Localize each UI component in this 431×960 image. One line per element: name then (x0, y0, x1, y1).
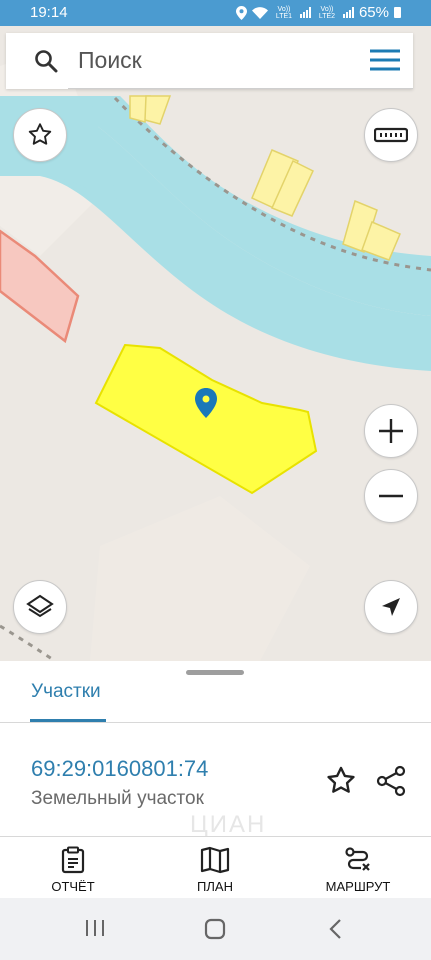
favorite-star-icon[interactable] (324, 764, 358, 798)
star-icon (28, 123, 52, 145)
watermark: ЦИАН (190, 811, 267, 838)
share-icon[interactable] (374, 764, 408, 798)
nav-route[interactable]: МАРШРУТ (298, 838, 418, 898)
nav-route-label: МАРШРУТ (325, 879, 391, 894)
layers-button[interactable] (13, 580, 67, 634)
nav-report-label: ОТЧЁТ (51, 879, 95, 894)
bottom-nav: ОТЧЁТ ПЛАН МАРШРУТ (0, 838, 431, 898)
battery-icon (394, 7, 401, 18)
status-bar: 19:14 Vo)) LTE1 Vo)) LTE2 65% (0, 0, 431, 26)
ruler-icon (374, 127, 408, 143)
back-icon[interactable] (328, 918, 344, 940)
favorite-map-button[interactable] (13, 108, 67, 162)
navigation-arrow-icon (382, 598, 400, 616)
map-view[interactable] (0, 26, 431, 661)
search-underline (68, 88, 413, 89)
map-icon (200, 846, 230, 874)
nav-plan-label: ПЛАН (197, 879, 233, 894)
recent-apps-icon[interactable] (84, 918, 106, 938)
my-location-button[interactable] (364, 580, 418, 634)
zoom-out-button[interactable] (364, 469, 418, 523)
minus-icon (379, 494, 403, 498)
battery-percent: 65% (358, 4, 389, 21)
search-bar[interactable]: Поиск (6, 33, 413, 89)
layers-icon (26, 594, 54, 618)
route-icon (345, 847, 370, 871)
nav-plan[interactable]: ПЛАН (155, 838, 275, 898)
signal-icon-2 (342, 7, 354, 18)
report-icon (61, 846, 85, 874)
location-icon (235, 5, 247, 20)
search-input[interactable]: Поиск (78, 47, 142, 74)
home-icon[interactable] (204, 918, 226, 940)
tab-divider (0, 722, 431, 723)
carrier-2: Vo)) LTE2 (318, 5, 336, 20)
search-icon (35, 50, 58, 73)
status-icons: Vo)) LTE1 Vo)) LTE2 65% (235, 4, 401, 21)
zoom-in-button[interactable] (364, 404, 418, 458)
sheet-drag-handle[interactable] (186, 670, 244, 675)
nav-report[interactable]: ОТЧЁТ (13, 838, 133, 898)
system-nav-bar (0, 898, 431, 960)
tab-parcels[interactable]: Участки (31, 681, 101, 703)
carrier-1: Vo)) LTE1 (275, 5, 293, 20)
menu-icon[interactable] (369, 48, 401, 72)
status-time: 19:14 (30, 4, 68, 21)
ruler-button[interactable] (364, 108, 418, 162)
sheet-divider (0, 836, 431, 837)
plus-icon (379, 419, 403, 443)
parcel-type-label: Земельный участок (31, 788, 204, 809)
cadastral-number-link[interactable]: 69:29:0160801:74 (31, 756, 208, 782)
wifi-icon (251, 6, 268, 19)
signal-icon (299, 7, 311, 18)
